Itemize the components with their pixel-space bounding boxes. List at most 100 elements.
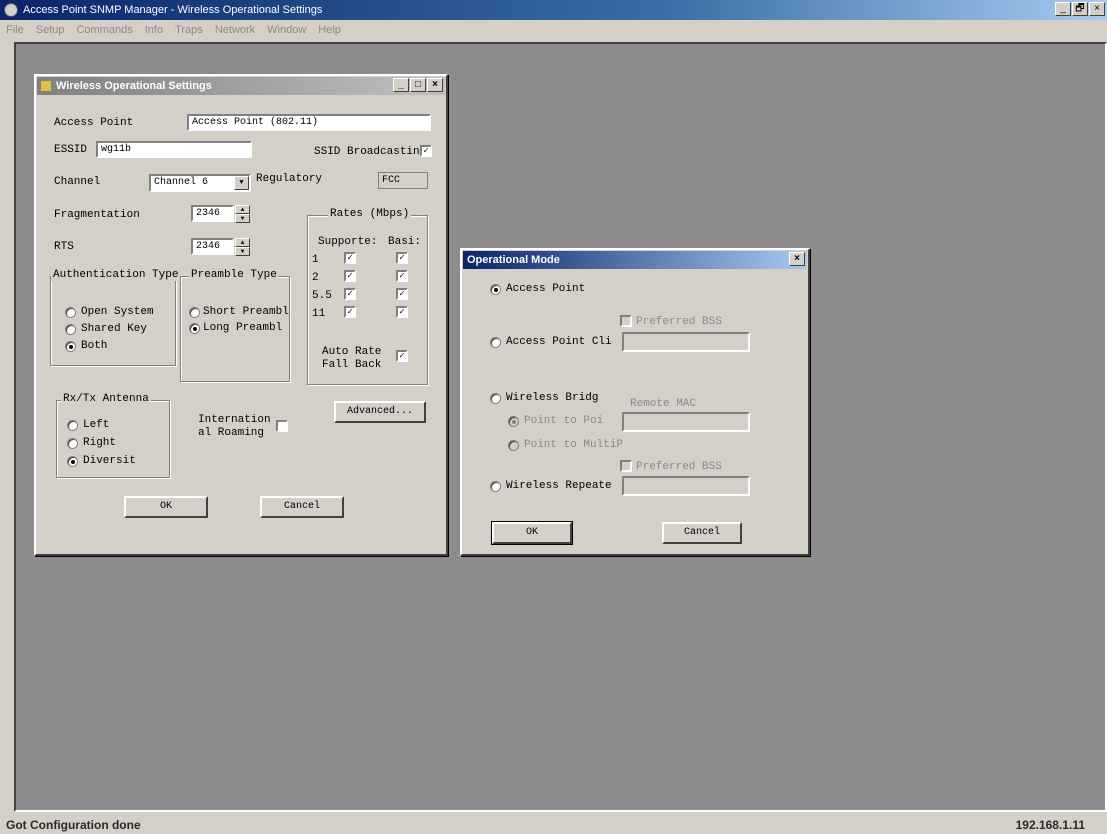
rate-basic-checkbox[interactable]: ✓ [396, 270, 408, 282]
fragmentation-spinner[interactable]: 2346 ▲ ▼ [191, 205, 250, 223]
mode-access-point-label: Access Point [506, 283, 586, 295]
antenna-diversity-label: Diversit [83, 455, 136, 467]
ap-client-bss-field[interactable] [622, 332, 750, 352]
rate-supported-checkbox[interactable]: ✓ [344, 270, 356, 282]
antenna-diversity-radio[interactable] [67, 456, 78, 467]
access-point-label: Access Point [54, 117, 134, 129]
preferred-bss-checkbox[interactable] [620, 315, 632, 327]
rate-supported-checkbox[interactable]: ✓ [344, 252, 356, 264]
wireless-settings-title: Wireless Operational Settings [56, 80, 212, 92]
menu-help[interactable]: Help [318, 24, 341, 36]
rate-basic-checkbox[interactable]: ✓ [396, 288, 408, 300]
app-icon [4, 3, 18, 17]
advanced-button[interactable]: Advanced... [334, 401, 426, 423]
supported-header: Supporte: [318, 236, 378, 248]
essid-field[interactable]: wg11b [96, 141, 252, 158]
close-button[interactable]: × [427, 78, 443, 92]
menu-commands[interactable]: Commands [76, 24, 132, 36]
preferred-bss-label: Preferred BSS [636, 316, 722, 328]
preamble-short-radio[interactable] [189, 307, 200, 318]
authentication-group: Authentication Type Open System Shared K… [50, 269, 181, 366]
antenna-title: Rx/Tx Antenna [61, 393, 151, 405]
repeater-bss-field[interactable] [622, 476, 750, 496]
mode-wireless-bridge-label: Wireless Bridg [506, 392, 599, 404]
status-ip: 192.168.1.11 [1015, 818, 1085, 832]
close-button[interactable]: × [1089, 2, 1105, 16]
access-point-name-field[interactable]: Access Point (802.11) [187, 114, 431, 131]
antenna-right-label: Right [83, 437, 117, 449]
app-title: Access Point SNMP Manager - Wireless Ope… [23, 4, 323, 16]
mode-wireless-bridge-radio[interactable] [490, 393, 501, 404]
spin-up-icon[interactable]: ▲ [235, 238, 250, 247]
regulatory-label: Regulatory [256, 173, 323, 185]
rates-title: Rates (Mbps) [328, 208, 412, 220]
operational-mode-dialog: Operational Mode × Access Point Preferre… [460, 248, 810, 556]
rate-label: 5.5 [312, 290, 332, 302]
preamble-title: Preamble Type [189, 269, 279, 281]
preferred-bss-checkbox[interactable] [620, 460, 632, 472]
maximize-button[interactable]: □ [410, 78, 426, 92]
essid-label: ESSID [54, 144, 88, 156]
point-to-point-label: Point to Poi [524, 415, 604, 427]
international-roaming-checkbox[interactable] [276, 420, 288, 432]
dropdown-arrow-icon[interactable]: ▼ [234, 176, 249, 190]
menu-setup[interactable]: Setup [36, 24, 65, 36]
menu-file[interactable]: File [6, 24, 24, 36]
rate-label: 11 [312, 308, 326, 320]
antenna-right-radio[interactable] [67, 438, 78, 449]
menu-network[interactable]: Network [215, 24, 255, 36]
auth-open-radio[interactable] [65, 307, 76, 318]
preferred-bss-label: Preferred BSS [636, 461, 722, 473]
auto-rate-label: Auto Rate [322, 346, 382, 358]
restore-button[interactable]: 🗗 [1072, 2, 1088, 16]
rate-supported-checkbox[interactable]: ✓ [344, 306, 356, 318]
mode-wireless-repeater-radio[interactable] [490, 481, 501, 492]
minimize-button[interactable]: _ [393, 78, 409, 92]
channel-select[interactable]: Channel 6 ▼ [149, 174, 251, 192]
point-to-point-radio[interactable] [508, 416, 519, 427]
remote-mac-field[interactable] [622, 412, 750, 432]
channel-value: Channel 6 [154, 177, 209, 188]
preamble-long-radio[interactable] [189, 323, 200, 334]
auth-both-radio[interactable] [65, 341, 76, 352]
rate-supported-checkbox[interactable]: ✓ [344, 288, 356, 300]
menu-window[interactable]: Window [267, 24, 306, 36]
wireless-settings-window: Wireless Operational Settings _ □ × Acce… [34, 74, 448, 556]
fragmentation-value: 2346 [196, 208, 221, 219]
ok-button[interactable]: OK [124, 496, 208, 518]
cancel-button[interactable]: Cancel [662, 522, 742, 544]
auto-rate-fallback-checkbox[interactable]: ✓ [396, 350, 408, 362]
status-bar: Got Configuration done 192.168.1.11 [0, 814, 1107, 834]
cancel-button[interactable]: Cancel [260, 496, 344, 518]
rate-label: 2 [312, 272, 319, 284]
rate-basic-checkbox[interactable]: ✓ [396, 252, 408, 264]
ok-button[interactable]: OK [491, 521, 573, 545]
spin-down-icon[interactable]: ▼ [235, 214, 250, 223]
mode-ap-client-radio[interactable] [490, 337, 501, 348]
minimize-button[interactable]: _ [1055, 2, 1071, 16]
auth-open-label: Open System [81, 306, 154, 318]
app-titlebar: Access Point SNMP Manager - Wireless Ope… [0, 0, 1107, 20]
menu-traps[interactable]: Traps [175, 24, 203, 36]
close-button[interactable]: × [789, 252, 805, 266]
point-to-multipoint-radio[interactable] [508, 440, 519, 451]
antenna-left-label: Left [83, 419, 110, 431]
preamble-long-label: Long Preambl [203, 322, 283, 334]
ssid-broadcast-checkbox[interactable]: ✓ [420, 145, 432, 157]
operational-mode-titlebar: Operational Mode × [463, 251, 807, 269]
rate-label: 1 [312, 254, 319, 266]
menu-info[interactable]: Info [145, 24, 163, 36]
operational-mode-title: Operational Mode [467, 254, 560, 266]
rate-basic-checkbox[interactable]: ✓ [396, 306, 408, 318]
auth-shared-radio[interactable] [65, 324, 76, 335]
preamble-short-label: Short Preambl [203, 306, 289, 318]
spin-down-icon[interactable]: ▼ [235, 247, 250, 256]
rts-spinner[interactable]: 2346 ▲ ▼ [191, 238, 250, 256]
mode-ap-client-label: Access Point Cli [506, 336, 612, 348]
antenna-left-radio[interactable] [67, 420, 78, 431]
spin-up-icon[interactable]: ▲ [235, 205, 250, 214]
basic-header: Basi: [388, 236, 422, 248]
mode-access-point-radio[interactable] [490, 284, 501, 295]
auth-shared-label: Shared Key [81, 323, 148, 335]
regulatory-value: FCC [378, 172, 428, 189]
